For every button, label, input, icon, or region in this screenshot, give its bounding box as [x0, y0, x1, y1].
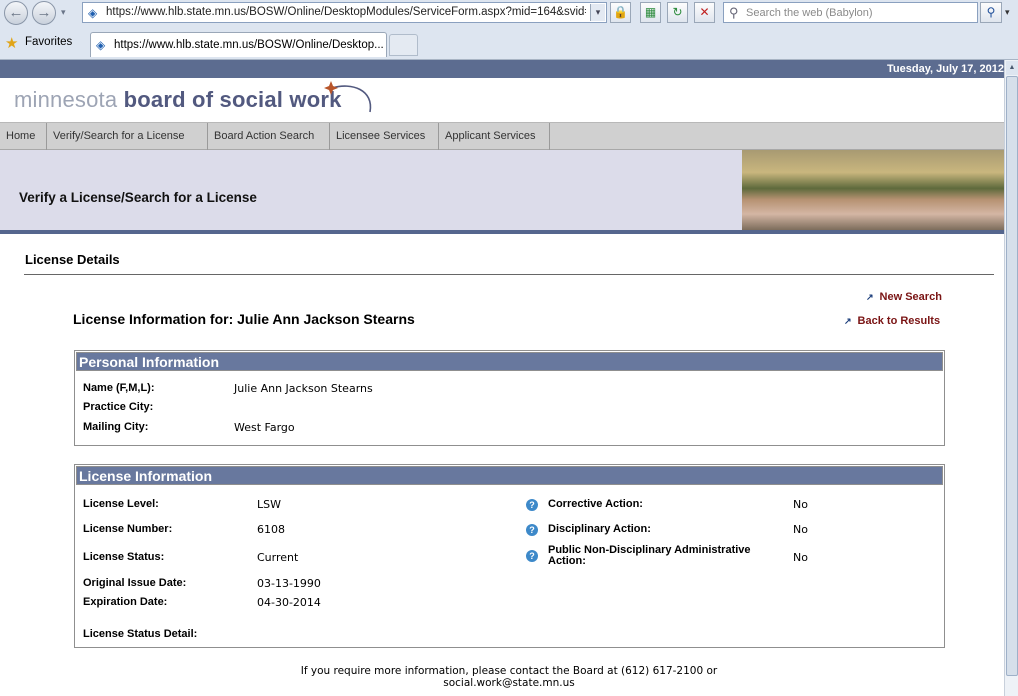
- section-divider: [24, 274, 994, 275]
- nav-board-action-search[interactable]: Board Action Search: [208, 123, 330, 150]
- contact-email[interactable]: social.work@state.mn.us: [0, 677, 1004, 689]
- new-tab-button[interactable]: [389, 34, 418, 56]
- nav-home[interactable]: Home: [0, 123, 47, 150]
- refresh-icon[interactable]: ↻: [667, 2, 688, 23]
- browser-chrome: ← → ▾ ◈ https://www.hlb.state.mn.us/BOSW…: [0, 0, 1018, 60]
- back-to-results-link[interactable]: ↗ Back to Results: [844, 315, 940, 327]
- web-page: Tuesday, July 17, 2012 minnesota board o…: [0, 60, 1004, 696]
- address-dropdown-icon[interactable]: ▾: [590, 4, 605, 21]
- page-banner: Verify a License/Search for a License: [0, 150, 1004, 234]
- arrow-icon: ↗: [866, 292, 874, 302]
- logo-text-light: minnesota: [14, 87, 118, 112]
- expiration-date-value: 04-30-2014: [257, 596, 321, 609]
- lock-icon[interactable]: 🔒: [610, 2, 631, 23]
- search-go-icon[interactable]: ⚲: [980, 2, 1002, 23]
- logo-swoosh-icon: [324, 81, 372, 113]
- corrective-action-value: No: [793, 498, 808, 511]
- section-title: License Details: [25, 252, 120, 267]
- name-label: Name (F,M,L):: [83, 382, 155, 394]
- search-input[interactable]: ⚲ Search the web (Babylon): [723, 2, 978, 23]
- date-bar: Tuesday, July 17, 2012: [0, 60, 1004, 78]
- lake-photo: [742, 150, 1004, 230]
- license-status-label: License Status:: [83, 551, 165, 563]
- public-non-disciplinary-label: Public Non-Disciplinary Administrative Ac…: [548, 544, 751, 567]
- scroll-up-icon[interactable]: ▲: [1006, 61, 1018, 75]
- new-search-link[interactable]: ↗ New Search: [866, 291, 942, 303]
- license-level-value: LSW: [257, 498, 281, 511]
- license-info-panel-heading: License Information: [75, 465, 944, 486]
- license-info-panel: License Information License Level: LSW L…: [74, 464, 945, 648]
- browser-tab[interactable]: ◈ https://www.hlb.state.mn.us/BOSW/Onlin…: [90, 32, 387, 57]
- help-icon[interactable]: ?: [526, 499, 538, 511]
- ie-page-icon: ◈: [88, 6, 98, 20]
- back-button[interactable]: ←: [4, 1, 28, 25]
- contact-footer: If you require more information, please …: [0, 665, 1004, 689]
- favorites-star-icon[interactable]: ★: [5, 34, 18, 52]
- search-placeholder: Search the web (Babylon): [746, 7, 873, 19]
- compatibility-view-icon[interactable]: ▦: [640, 2, 661, 23]
- mailing-city-value: West Fargo: [234, 421, 295, 434]
- license-level-label: License Level:: [83, 498, 159, 510]
- favorites-button[interactable]: Favorites: [25, 36, 72, 48]
- arrow-icon: ↗: [844, 316, 852, 326]
- nav-licensee-services[interactable]: Licensee Services: [330, 123, 439, 150]
- public-non-disciplinary-value: No: [793, 551, 808, 564]
- address-url[interactable]: https://www.hlb.state.mn.us/BOSW/Online/…: [106, 6, 586, 18]
- original-issue-date-label: Original Issue Date:: [83, 577, 187, 589]
- personal-info-panel: Personal Information Name (F,M,L): Julie…: [74, 350, 945, 446]
- license-info-heading: License Information for: Julie Ann Jacks…: [73, 311, 415, 327]
- contact-text: If you require more information, please …: [300, 665, 718, 677]
- license-number-label: License Number:: [83, 523, 173, 535]
- mailing-city-label: Mailing City:: [83, 421, 149, 433]
- scrollbar-thumb[interactable]: [1006, 76, 1018, 676]
- logo-text-dark: board of social work: [123, 87, 342, 112]
- favorites-bar: ★ Favorites ◈ https://www.hlb.state.mn.u…: [0, 30, 1018, 60]
- practice-city-label: Practice City:: [83, 401, 154, 413]
- disciplinary-action-value: No: [793, 523, 808, 536]
- search-options-icon[interactable]: ▾: [1005, 7, 1010, 18]
- license-number-value: 6108: [257, 523, 285, 536]
- nav-verify-search[interactable]: Verify/Search for a License: [47, 123, 208, 150]
- license-status-detail-label: License Status Detail:: [83, 628, 198, 640]
- tab-page-icon: ◈: [96, 38, 106, 52]
- name-value: Julie Ann Jackson Stearns: [234, 382, 373, 395]
- site-logo[interactable]: minnesota board of social work: [14, 87, 342, 113]
- main-nav: Home Verify/Search for a License Board A…: [0, 122, 1004, 150]
- expiration-date-label: Expiration Date:: [83, 596, 168, 608]
- license-status-value: Current: [257, 551, 299, 564]
- nav-applicant-services[interactable]: Applicant Services: [439, 123, 550, 150]
- corrective-action-label: Corrective Action:: [548, 498, 643, 510]
- vertical-scrollbar[interactable]: ▲: [1004, 60, 1018, 696]
- history-dropdown-icon[interactable]: ▾: [61, 7, 66, 18]
- tab-title: https://www.hlb.state.mn.us/BOSW/Online/…: [114, 39, 384, 51]
- current-date: Tuesday, July 17, 2012: [887, 63, 1004, 75]
- search-icon: ⚲: [729, 5, 739, 20]
- personal-info-heading: Personal Information: [75, 351, 944, 372]
- address-bar[interactable]: ◈ https://www.hlb.state.mn.us/BOSW/Onlin…: [82, 2, 607, 23]
- help-icon[interactable]: ?: [526, 524, 538, 536]
- stop-icon[interactable]: ✕: [694, 2, 715, 23]
- original-issue-date-value: 03-13-1990: [257, 577, 321, 590]
- help-icon[interactable]: ?: [526, 550, 538, 562]
- disciplinary-action-label: Disciplinary Action:: [548, 523, 651, 535]
- page-title: Verify a License/Search for a License: [19, 190, 257, 205]
- forward-button[interactable]: →: [32, 1, 56, 25]
